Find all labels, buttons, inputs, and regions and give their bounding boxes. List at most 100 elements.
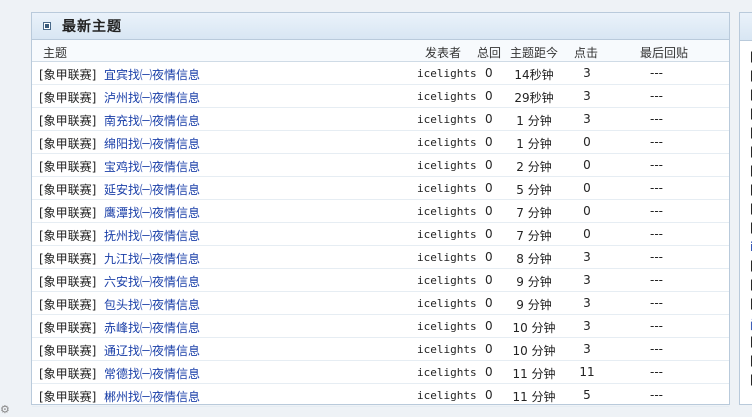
click-count: 3 bbox=[583, 89, 591, 103]
table-row: [象甲联赛] 九江找㈠夜情信息 icelights 0 8 分钟 3 --- bbox=[32, 246, 729, 269]
last-reply: --- bbox=[650, 296, 663, 310]
author-name[interactable]: icelights bbox=[417, 297, 477, 310]
side-panel-header bbox=[740, 13, 752, 41]
row-prefix: [象甲联赛] bbox=[39, 367, 97, 381]
topic-link[interactable]: 六安找㈠夜情信息 bbox=[104, 273, 200, 290]
author-name[interactable]: icelights bbox=[417, 205, 477, 218]
table-row: [象甲联赛] 南充找㈠夜情信息 icelights 0 1 分钟 3 --- bbox=[32, 108, 729, 131]
time-ago: 10 分钟 bbox=[512, 321, 556, 335]
last-reply: --- bbox=[650, 250, 663, 264]
row-prefix: [象甲联赛] bbox=[39, 275, 97, 289]
click-count: 0 bbox=[583, 135, 591, 149]
reply-count: 0 bbox=[485, 112, 493, 126]
last-reply: --- bbox=[650, 319, 663, 333]
reply-count: 0 bbox=[485, 273, 493, 287]
topic-link[interactable]: 常德找㈠夜情信息 bbox=[104, 365, 200, 382]
reply-count: 0 bbox=[485, 204, 493, 218]
reply-count: 0 bbox=[485, 388, 493, 402]
row-prefix: [象甲联赛] bbox=[39, 114, 97, 128]
author-name[interactable]: icelights bbox=[417, 343, 477, 356]
topic-link[interactable]: 宝鸡找㈠夜情信息 bbox=[104, 158, 200, 175]
panel-header: 最新主题 bbox=[32, 13, 729, 40]
last-reply: --- bbox=[650, 388, 663, 402]
table-row: [象甲联赛] 包头找㈠夜情信息 icelights 0 9 分钟 3 --- bbox=[32, 292, 729, 315]
table-row: [象甲联赛] 鹰潭找㈠夜情信息 icelights 0 7 分钟 0 --- bbox=[32, 200, 729, 223]
col-clicks: 点击 bbox=[574, 46, 599, 60]
topic-link[interactable]: 通辽找㈠夜情信息 bbox=[104, 342, 200, 359]
time-ago: 5 分钟 bbox=[516, 183, 552, 197]
table-row: [象甲联赛] 延安找㈠夜情信息 icelights 0 5 分钟 0 --- bbox=[32, 177, 729, 200]
topic-link[interactable]: 绵阳找㈠夜情信息 bbox=[104, 135, 200, 152]
author-name[interactable]: icelights bbox=[417, 320, 477, 333]
col-time: 主题距今 bbox=[510, 46, 559, 60]
reply-count: 0 bbox=[485, 319, 493, 333]
topic-link[interactable]: 九江找㈠夜情信息 bbox=[104, 250, 200, 267]
reply-count: 0 bbox=[485, 89, 493, 103]
panel-title: 最新主题 bbox=[62, 19, 122, 35]
time-ago: 7 分钟 bbox=[516, 206, 552, 220]
latest-topics-panel: 最新主题 主题 发表者 总回 主题距今 点击 最后回贴 [象甲联赛] 宜宾找㈠夜情… bbox=[31, 12, 730, 407]
row-prefix: [象甲联赛] bbox=[39, 229, 97, 243]
reply-count: 0 bbox=[485, 227, 493, 241]
table-row: [象甲联赛] 通辽找㈠夜情信息 icelights 0 10 分钟 3 --- bbox=[32, 338, 729, 361]
time-ago: 1 分钟 bbox=[516, 114, 552, 128]
table-row: [象甲联赛] 赤峰找㈠夜情信息 icelights 0 10 分钟 3 --- bbox=[32, 315, 729, 338]
topic-link[interactable]: 郴州找㈠夜情信息 bbox=[104, 388, 200, 405]
author-name[interactable]: icelights bbox=[417, 67, 477, 80]
row-prefix: [象甲联赛] bbox=[39, 91, 97, 105]
table-row: [象甲联赛] 泸州找㈠夜情信息 icelights 0 29秒钟 3 --- bbox=[32, 85, 729, 108]
click-count: 0 bbox=[583, 181, 591, 195]
topic-link[interactable]: 宜宾找㈠夜情信息 bbox=[104, 66, 200, 83]
reply-count: 0 bbox=[485, 181, 493, 195]
collapse-square-icon[interactable] bbox=[43, 22, 51, 30]
author-name[interactable]: icelights bbox=[417, 228, 477, 241]
click-count: 0 bbox=[583, 158, 591, 172]
author-name[interactable]: icelights bbox=[417, 389, 477, 402]
author-name[interactable]: icelights bbox=[417, 113, 477, 126]
reply-count: 0 bbox=[485, 365, 493, 379]
author-name[interactable]: icelights bbox=[417, 251, 477, 264]
col-replies: 总回 bbox=[477, 46, 502, 60]
author-name[interactable]: icelights bbox=[417, 274, 477, 287]
click-count: 3 bbox=[583, 250, 591, 264]
author-name[interactable]: icelights bbox=[417, 90, 477, 103]
topic-link[interactable]: 延安找㈠夜情信息 bbox=[104, 181, 200, 198]
topic-link[interactable]: 抚州找㈠夜情信息 bbox=[104, 227, 200, 244]
table-row: [象甲联赛] 常德找㈠夜情信息 icelights 0 11 分钟 11 --- bbox=[32, 361, 729, 384]
last-reply: --- bbox=[650, 135, 663, 149]
reply-count: 0 bbox=[485, 342, 493, 356]
col-author: 发表者 bbox=[425, 46, 462, 60]
gear-icon[interactable]: ⚙ bbox=[0, 404, 10, 415]
click-count: 0 bbox=[583, 204, 591, 218]
time-ago: 8 分钟 bbox=[516, 252, 552, 266]
row-prefix: [象甲联赛] bbox=[39, 137, 97, 151]
topic-link[interactable]: 泸州找㈠夜情信息 bbox=[104, 89, 200, 106]
last-reply: --- bbox=[650, 204, 663, 218]
time-ago: 11 分钟 bbox=[512, 390, 556, 404]
time-ago: 10 分钟 bbox=[512, 344, 556, 358]
topic-link[interactable]: 鹰潭找㈠夜情信息 bbox=[104, 204, 200, 221]
table-row: [象甲联赛] 六安找㈠夜情信息 icelights 0 9 分钟 3 --- bbox=[32, 269, 729, 292]
last-reply: --- bbox=[650, 273, 663, 287]
topic-link[interactable]: 南充找㈠夜情信息 bbox=[104, 112, 200, 129]
last-reply: --- bbox=[650, 112, 663, 126]
author-name[interactable]: icelights bbox=[417, 366, 477, 379]
last-reply: --- bbox=[650, 66, 663, 80]
table-row: [象甲联赛] 宝鸡找㈠夜情信息 icelights 0 2 分钟 0 --- bbox=[32, 154, 729, 177]
table-row: [象甲联赛] 郴州找㈠夜情信息 icelights 0 11 分钟 5 --- bbox=[32, 384, 729, 407]
row-prefix: [象甲联赛] bbox=[39, 206, 97, 220]
topic-list: [象甲联赛] 宜宾找㈠夜情信息 icelights 0 14秒钟 3 --- [象甲联赛] 泸州… bbox=[32, 62, 729, 407]
col-last-reply: 最后回贴 bbox=[640, 46, 689, 60]
topic-link[interactable]: 赤峰找㈠夜情信息 bbox=[104, 319, 200, 336]
author-name[interactable]: icelights bbox=[417, 136, 477, 149]
click-count: 3 bbox=[583, 296, 591, 310]
last-reply: --- bbox=[650, 89, 663, 103]
author-name[interactable]: icelights bbox=[417, 159, 477, 172]
row-prefix: [象甲联赛] bbox=[39, 160, 97, 174]
author-name[interactable]: icelights bbox=[417, 182, 477, 195]
click-count: 5 bbox=[583, 388, 591, 402]
click-count: 11 bbox=[579, 365, 595, 379]
topic-link[interactable]: 包头找㈠夜情信息 bbox=[104, 296, 200, 313]
row-prefix: [象甲联赛] bbox=[39, 183, 97, 197]
row-prefix: [象甲联赛] bbox=[39, 252, 97, 266]
